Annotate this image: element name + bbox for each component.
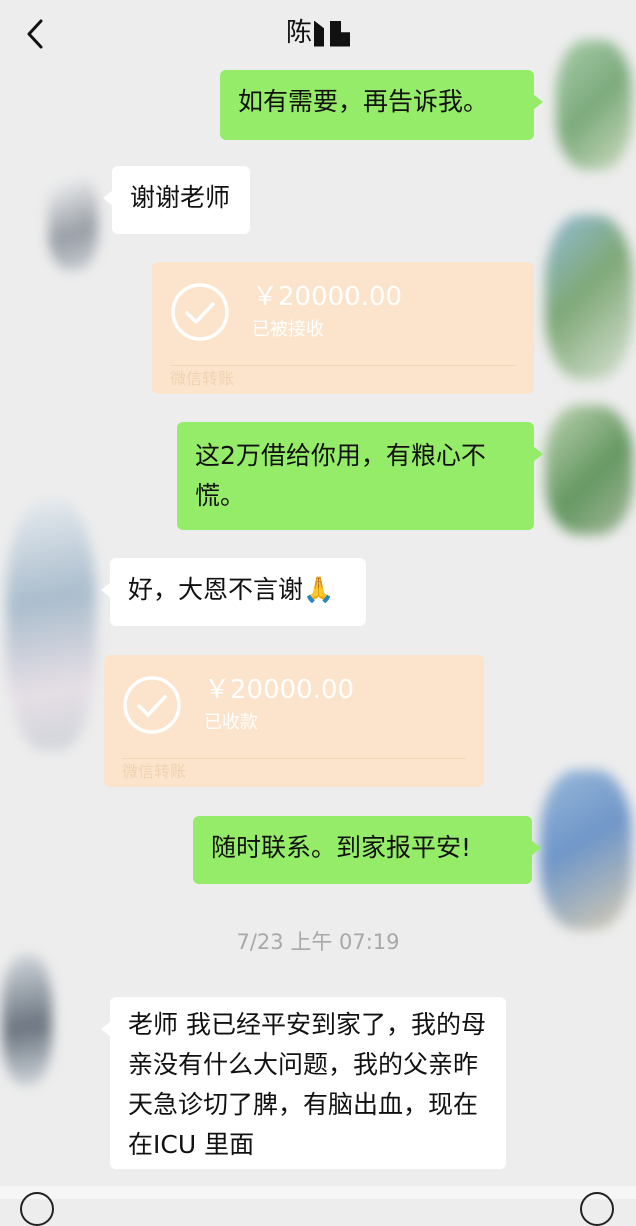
- message-bubble-received[interactable]: 好，大恩不言谢🙏: [101, 558, 366, 626]
- voice-icon[interactable]: [20, 1192, 54, 1226]
- message-timestamp: 7/23 上午 07:19: [236, 930, 400, 954]
- avatar[interactable]: [545, 215, 633, 380]
- message-bubble-received[interactable]: 老师 我已经平安到家了，我的母亲没有什么大问题，我的父亲昨天急诊切了脾，有脑出血…: [101, 997, 506, 1169]
- message-text: 老师 我已经平安到家了，我的母亲没有什么大问题，我的父亲昨天急诊切了脾，有脑出血…: [128, 1010, 486, 1159]
- redaction-mark: [314, 20, 324, 47]
- transfer-amount: ￥20000.00: [204, 675, 355, 705]
- transfer-status: 已收款: [204, 712, 258, 733]
- redaction-mark: [330, 20, 350, 47]
- plus-icon[interactable]: [580, 1192, 614, 1226]
- message-bubble-sent[interactable]: 这2万借给你用，有粮心不慌。: [177, 422, 543, 530]
- message-bubble-received[interactable]: 谢谢老师: [103, 166, 250, 234]
- transfer-label: 微信转账: [122, 762, 187, 781]
- contact-name: 陈: [285, 18, 312, 48]
- message-text: 如有需要，再告诉我。: [238, 87, 489, 116]
- transfer-amount: ￥20000.00: [252, 282, 403, 312]
- input-toolbar: [0, 1186, 636, 1226]
- message-bubble-sent[interactable]: 如有需要，再告诉我。: [220, 70, 543, 140]
- check-circle-icon: [171, 283, 229, 341]
- transfer-label: 微信转账: [170, 369, 235, 388]
- check-circle-icon: [123, 676, 181, 734]
- chat-title: 陈: [0, 16, 636, 50]
- transfer-card[interactable]: ￥20000.00 已收款 微信转账: [104, 655, 484, 787]
- avatar[interactable]: [48, 175, 98, 270]
- divider: [122, 758, 466, 759]
- avatar[interactable]: [556, 40, 632, 170]
- chat-header: 陈: [0, 0, 636, 68]
- message-text: 谢谢老师: [130, 183, 231, 212]
- transfer-card[interactable]: ￥20000.00 已被接收 微信转账: [152, 262, 534, 394]
- message-text: 随时联系。到家报平安!: [211, 833, 472, 862]
- avatar[interactable]: [2, 955, 52, 1085]
- transfer-status: 已被接收: [252, 319, 324, 340]
- avatar[interactable]: [545, 405, 633, 535]
- message-bubble-sent[interactable]: 随时联系。到家报平安!: [193, 816, 541, 884]
- avatar[interactable]: [6, 500, 96, 750]
- divider: [170, 365, 516, 366]
- message-text: 好，大恩不言谢🙏: [128, 575, 335, 604]
- message-text: 这2万借给你用，有粮心不慌。: [195, 441, 486, 510]
- avatar[interactable]: [540, 770, 632, 930]
